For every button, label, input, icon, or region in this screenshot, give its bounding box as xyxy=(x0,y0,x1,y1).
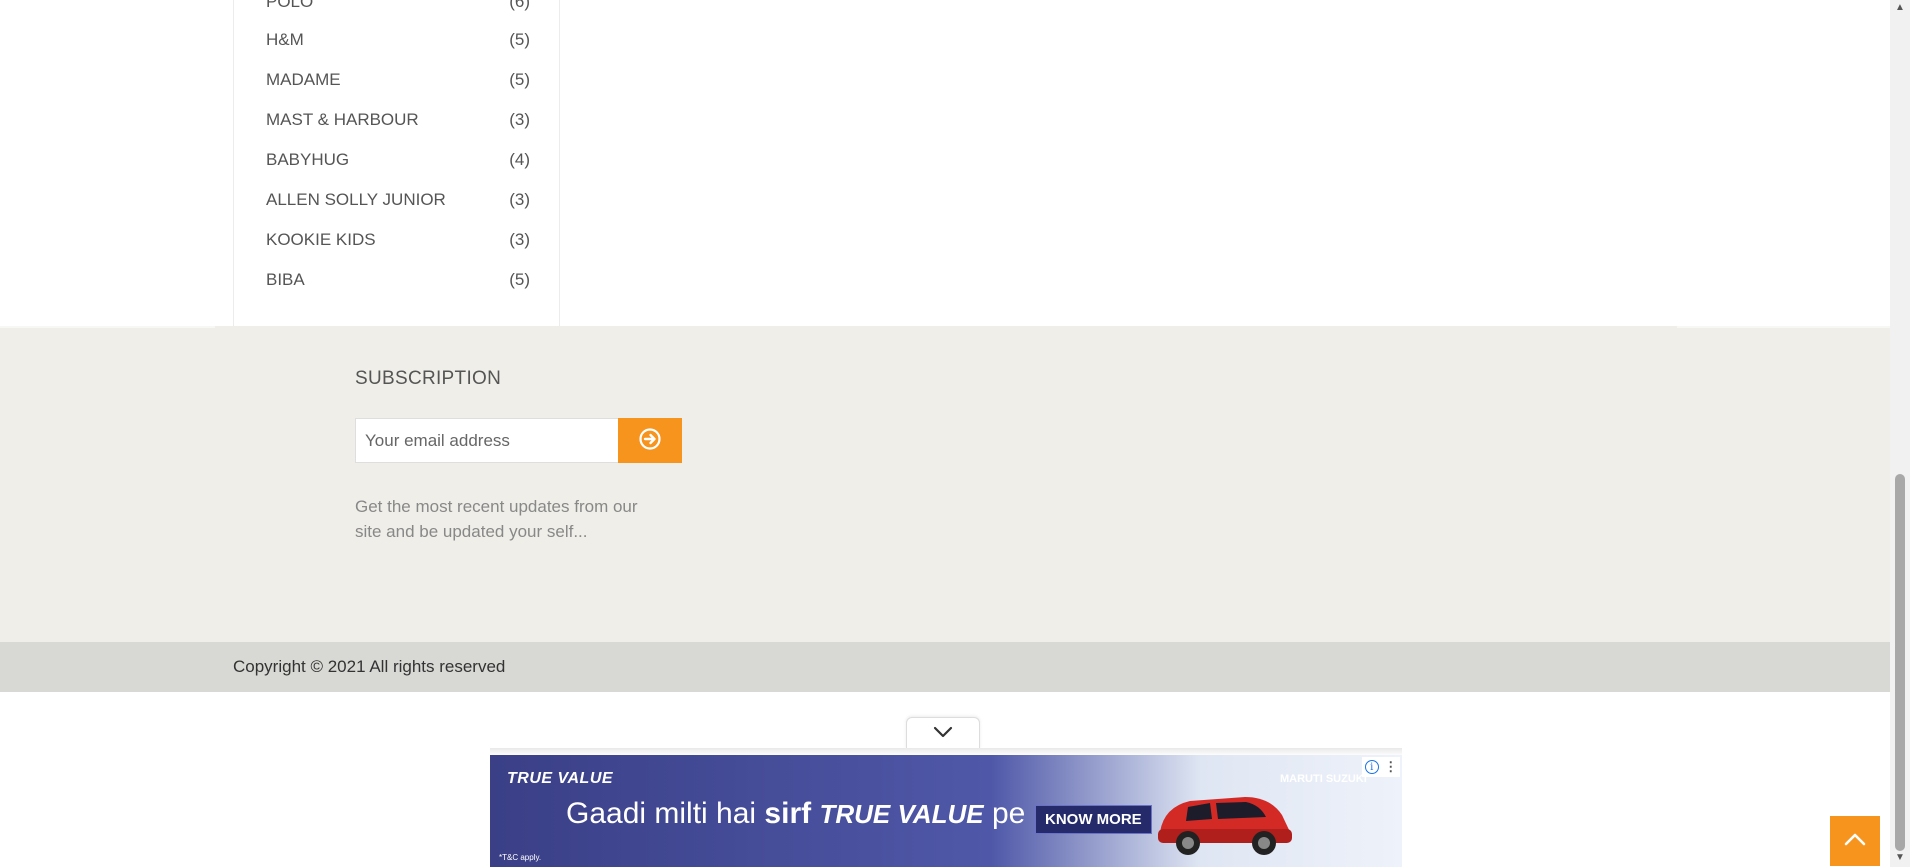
chevron-down-icon xyxy=(933,725,953,743)
email-field[interactable] xyxy=(355,418,619,463)
brand-item-allen-solly-junior[interactable]: ALLEN SOLLY JUNIOR (3) xyxy=(266,188,530,212)
brand-name: BABYHUG xyxy=(266,150,350,169)
ad-fine-print: *T&C apply. xyxy=(499,853,542,862)
brand-item-hm[interactable]: H&M (5) xyxy=(266,28,530,52)
page: POLO (6) H&M (5) MADAME (5) MAST & HARBO… xyxy=(0,0,1910,867)
brand-item-polo[interactable]: POLO (6) xyxy=(266,0,530,14)
copyright-bar: Copyright © 2021 All rights reserved xyxy=(0,642,1890,692)
brand-count: (3) xyxy=(509,230,530,249)
scroll-down-arrow-icon[interactable]: ▼ xyxy=(1895,853,1905,863)
subscription-description: Get the most recent updates from our sit… xyxy=(355,497,638,541)
ad-know-more-button[interactable]: KNOW MORE xyxy=(1035,805,1152,834)
brand-count: (5) xyxy=(509,30,530,49)
ad-choices[interactable]: i ⋮ xyxy=(1362,757,1400,777)
brand-filter-panel: POLO (6) H&M (5) MADAME (5) MAST & HARBO… xyxy=(233,0,560,326)
ad-tagline-suffix: pe xyxy=(983,797,1026,830)
copyright-text: Copyright © 2021 All rights reserved xyxy=(233,657,506,676)
kebab-menu-icon[interactable]: ⋮ xyxy=(1384,759,1397,775)
brand-count: (3) xyxy=(509,190,530,209)
brand-count: (5) xyxy=(509,70,530,89)
ad-maker-logo: MARUTI SUZUKI xyxy=(1280,773,1367,785)
ad-tagline-brand: TRUE VALUE xyxy=(819,799,984,829)
band-edge xyxy=(1677,326,1890,328)
brand-item-biba[interactable]: BIBA (5) xyxy=(266,268,530,292)
ad-collapse-toggle[interactable] xyxy=(906,717,980,749)
brand-item-babyhug[interactable]: BABYHUG (4) xyxy=(266,148,530,172)
brand-name: BIBA xyxy=(266,270,305,289)
band-edge xyxy=(0,326,215,328)
brand-name: MADAME xyxy=(266,70,341,89)
ad-tagline-prefix: Gaadi milti hai xyxy=(566,797,765,830)
scrollbar-thumb[interactable] xyxy=(1895,474,1905,851)
subscribe-button[interactable] xyxy=(618,418,682,463)
brand-name: KOOKIE KIDS xyxy=(266,230,376,249)
brand-name: ALLEN SOLLY JUNIOR xyxy=(266,190,446,209)
brand-count: (3) xyxy=(509,110,530,129)
ad-tagline: Gaadi milti hai sirf TRUE VALUE pe xyxy=(566,797,1025,831)
info-icon[interactable]: i xyxy=(1364,760,1379,774)
scroll-up-arrow-icon[interactable]: ▲ xyxy=(1895,3,1905,13)
brand-count: (4) xyxy=(509,150,530,169)
brand-name: POLO xyxy=(266,0,314,11)
brand-name: H&M xyxy=(266,30,304,49)
car-image xyxy=(1150,777,1300,867)
subscription-title: SUBSCRIPTION xyxy=(355,368,502,389)
back-to-top-button[interactable] xyxy=(1830,816,1880,866)
chevron-up-icon xyxy=(1843,831,1867,852)
brand-name: MAST & HARBOUR xyxy=(266,110,419,129)
brand-item-madame[interactable]: MADAME (5) xyxy=(266,68,530,92)
ad-banner[interactable]: TRUE VALUE Gaadi milti hai sirf TRUE VAL… xyxy=(490,755,1402,867)
ad-tagline-bold: sirf xyxy=(764,797,820,830)
brand-count: (5) xyxy=(509,270,530,289)
brand-count: (6) xyxy=(509,0,530,11)
brand-item-mast-harbour[interactable]: MAST & HARBOUR (3) xyxy=(266,108,530,132)
arrow-circle-right-icon xyxy=(639,428,661,453)
subscription-section: SUBSCRIPTION Get the most recent updates… xyxy=(0,326,1890,642)
ad-brand-logo: TRUE VALUE xyxy=(507,770,614,787)
brand-item-kookie-kids[interactable]: KOOKIE KIDS (3) xyxy=(266,228,530,252)
page-scrollbar[interactable]: ▲ ▼ xyxy=(1890,0,1910,867)
